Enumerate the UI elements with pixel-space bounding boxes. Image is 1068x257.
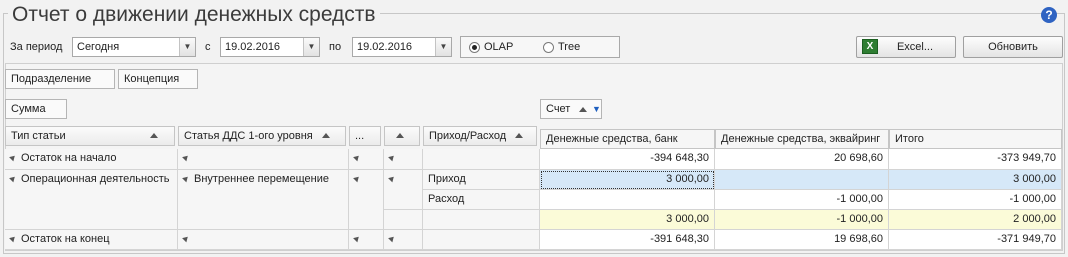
excel-button-label: Excel... [896, 41, 934, 53]
col-header-acquiring[interactable]: Денежные средства, эквайринг [715, 129, 889, 149]
filter-icon[interactable]: ▼ [592, 100, 601, 118]
sort-asc-icon[interactable] [150, 133, 158, 138]
row-direction-start [423, 149, 540, 170]
from-label: с [205, 41, 211, 53]
cell-start-acquiring[interactable]: 20 698,60 [715, 149, 889, 170]
cell-end-total[interactable]: -371 949,70 [889, 230, 1062, 250]
cell-income-total[interactable]: 3 000,00 [889, 170, 1062, 190]
to-date-picker[interactable]: 19.02.2016 ▼ [352, 37, 452, 57]
row-header-article[interactable]: Статья ДДС 1-ого уровня [178, 126, 346, 146]
collapse-icon[interactable] [388, 234, 396, 243]
cell-start-total[interactable]: -373 949,70 [889, 149, 1062, 170]
row-direction-end [423, 230, 540, 250]
row-header-direction-label: Приход/Расход [429, 130, 507, 142]
chevron-down-icon[interactable]: ▼ [179, 38, 195, 56]
help-icon[interactable]: ? [1041, 7, 1057, 23]
cell-end-bank[interactable]: -391 648,30 [540, 230, 715, 250]
row-type-start[interactable]: Остаток на начало [5, 149, 178, 170]
radio-olap[interactable] [469, 42, 480, 53]
row-header-type[interactable]: Тип статьи [5, 126, 175, 146]
row-header-article-label: Статья ДДС 1-ого уровня [184, 130, 313, 142]
cell-end-acquiring[interactable]: 19 698,60 [715, 230, 889, 250]
collapse-icon[interactable] [182, 174, 190, 183]
row-level-operations [384, 170, 423, 210]
column-field-account[interactable]: Счет ▼ [540, 99, 602, 119]
radio-tree[interactable] [543, 42, 554, 53]
row-header-more[interactable]: ... [349, 126, 381, 146]
refresh-button[interactable]: Обновить [963, 36, 1063, 58]
collapse-icon[interactable] [182, 234, 190, 243]
chevron-down-icon[interactable]: ▼ [435, 38, 451, 56]
from-date-value: 19.02.2016 [225, 41, 281, 53]
collapse-icon[interactable] [353, 174, 361, 183]
row-direction-income[interactable]: Приход [423, 170, 540, 190]
filter-field-department[interactable]: Подразделение [5, 69, 115, 89]
row-type-start-label: Остаток на начало [21, 152, 117, 164]
row-article-transfer[interactable]: Внутреннее перемещение [178, 170, 349, 230]
collapse-icon[interactable] [353, 234, 361, 243]
sort-asc-icon[interactable] [396, 133, 404, 138]
row-article-end [178, 230, 349, 250]
row-type-operations-label: Операционная деятельность [21, 173, 170, 185]
row-type-operations[interactable]: Операционная деятельность [5, 170, 178, 230]
cell-start-bank[interactable]: -394 648,30 [540, 149, 715, 170]
collapse-icon[interactable] [9, 153, 17, 162]
sort-asc-icon[interactable] [322, 133, 330, 138]
chevron-down-icon[interactable]: ▼ [303, 38, 319, 56]
row-more-start [349, 149, 384, 170]
cell-subtotal-acquiring[interactable]: -1 000,00 [715, 210, 889, 230]
row-level-subtotal [384, 210, 423, 230]
period-select[interactable]: Сегодня ▼ [72, 37, 196, 57]
view-mode-group: OLAP Tree [460, 36, 620, 58]
row-type-end[interactable]: Остаток на конец [5, 230, 178, 250]
collapse-icon[interactable] [388, 174, 396, 183]
row-header-type-label: Тип статьи [11, 130, 66, 142]
period-value: Сегодня [77, 41, 120, 53]
collapse-icon[interactable] [353, 153, 361, 162]
row-level-end [384, 230, 423, 250]
col-header-total[interactable]: Итого [889, 129, 1062, 149]
row-level-start [384, 149, 423, 170]
radio-tree-label[interactable]: Tree [558, 41, 580, 53]
to-label: по [329, 41, 342, 53]
cell-income-acquiring[interactable] [715, 170, 889, 190]
row-article-transfer-label: Внутреннее перемещение [194, 173, 329, 185]
row-header-direction[interactable]: Приход/Расход [423, 126, 537, 146]
sort-asc-icon[interactable] [515, 133, 523, 138]
period-label: За период [10, 41, 63, 53]
cell-subtotal-bank[interactable]: 3 000,00 [540, 210, 715, 230]
sort-asc-icon[interactable] [579, 107, 587, 112]
column-field-label: Счет [546, 103, 571, 115]
collapse-icon[interactable] [9, 234, 17, 243]
col-header-bank[interactable]: Денежные средства, банк [540, 129, 715, 149]
cell-expense-total[interactable]: -1 000,00 [889, 190, 1062, 210]
filter-field-concept[interactable]: Концепция [118, 69, 198, 89]
collapse-icon[interactable] [388, 153, 396, 162]
excel-button[interactable]: X Excel... [856, 36, 956, 58]
excel-icon: X [862, 39, 878, 54]
row-direction-expense[interactable]: Расход [423, 190, 540, 210]
cell-income-bank[interactable]: 3 000,00 [540, 170, 715, 190]
radio-olap-label[interactable]: OLAP [484, 41, 513, 53]
row-header-level[interactable] [384, 126, 420, 146]
row-more-end [349, 230, 384, 250]
cell-expense-bank[interactable] [540, 190, 715, 210]
cell-expense-acquiring[interactable]: -1 000,00 [715, 190, 889, 210]
row-type-end-label: Остаток на конец [21, 233, 110, 245]
row-article-start [178, 149, 349, 170]
from-date-picker[interactable]: 19.02.2016 ▼ [220, 37, 320, 57]
to-date-value: 19.02.2016 [357, 41, 413, 53]
row-more-operations [349, 170, 384, 230]
collapse-icon[interactable] [9, 174, 17, 183]
collapse-icon[interactable] [182, 153, 190, 162]
row-direction-subtotal [423, 210, 540, 230]
page-title: Отчет о движении денежных средств [8, 3, 380, 31]
cell-subtotal-total[interactable]: 2 000,00 [889, 210, 1062, 230]
data-field-sum[interactable]: Сумма [5, 99, 67, 119]
